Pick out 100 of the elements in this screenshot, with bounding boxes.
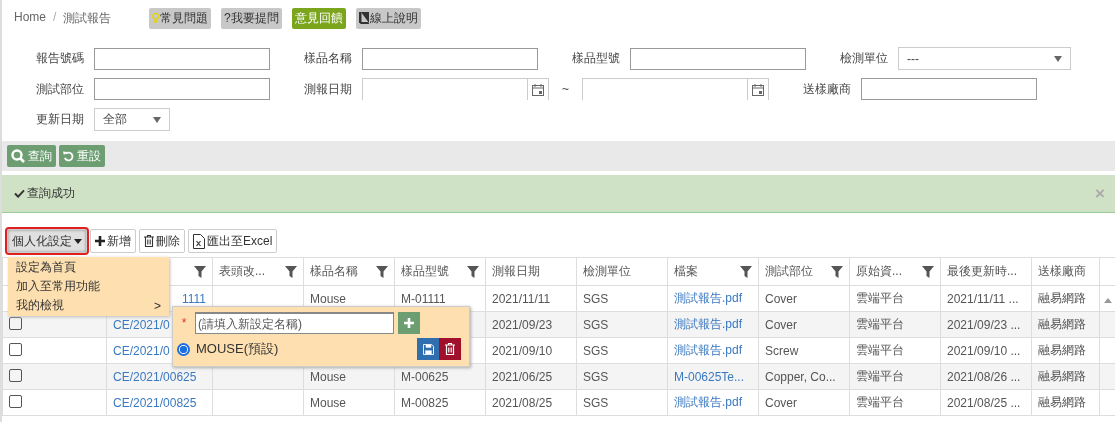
table-link[interactable]: CE/2021/0 (113, 317, 170, 332)
input-field[interactable] (94, 78, 270, 100)
range-separator: ~ (561, 82, 570, 96)
table-cell: 2021/09/23 (492, 317, 553, 332)
column-title[interactable]: 樣品型號 (401, 263, 449, 280)
table-cell: Cover (765, 317, 797, 332)
column-title[interactable]: 表頭改... (219, 263, 265, 280)
filter-icon[interactable] (740, 265, 752, 278)
menu-item[interactable]: 設定為首頁 (8, 258, 169, 277)
column-header[interactable]: 測報日期 (485, 257, 577, 286)
trash-icon (445, 343, 455, 355)
filter-icon[interactable] (376, 265, 388, 278)
menu-item[interactable]: 我的檢視 > (8, 296, 169, 315)
column-title[interactable]: 原始資... (856, 263, 902, 280)
column-header[interactable]: 原始資... (849, 257, 941, 286)
row-checkbox[interactable] (9, 342, 22, 356)
plus-icon (404, 318, 414, 328)
dropdown-button[interactable]: 個人化設定 (7, 229, 87, 253)
delete-button[interactable]: 刪除 (139, 229, 185, 253)
table-cell: SGS (583, 317, 609, 332)
column-title[interactable]: 檢測單位 (583, 263, 631, 280)
date-field[interactable] (582, 78, 769, 100)
lightbulb-icon (152, 12, 159, 24)
column-header[interactable]: 檢測單位 (576, 257, 668, 286)
column-header[interactable]: 樣品名稱 (303, 257, 395, 286)
plus-icon (95, 236, 105, 246)
select-field[interactable]: 全部 (94, 108, 170, 131)
column-header[interactable]: 表頭改... (212, 257, 304, 286)
input-field[interactable] (94, 47, 270, 70)
column-header[interactable]: 最後更新時... (940, 257, 1032, 286)
filter-icon[interactable] (831, 265, 843, 278)
radio-button[interactable] (177, 342, 190, 356)
table-cell: Cover (765, 395, 797, 410)
column-title[interactable]: 檔案 (674, 263, 698, 280)
column-header[interactable]: 送樣廠商 (1031, 257, 1100, 286)
table-cell: 2021/06/25 (492, 369, 553, 384)
dropdown-arrow-icon (1054, 55, 1062, 62)
help-button[interactable]: ?我要提問 (221, 7, 282, 29)
select-field[interactable]: --- (898, 47, 1071, 70)
column-header[interactable]: 樣品型號 (394, 257, 486, 286)
save-icon (422, 343, 434, 355)
success-message: 查詢成功 (14, 185, 75, 202)
table-cell: 2021/08/25 (492, 395, 553, 410)
column-title[interactable]: 測試部位 (765, 263, 813, 280)
file-x-icon (193, 233, 205, 249)
column-title[interactable]: 送樣廠商 (1038, 263, 1086, 280)
filter-icon[interactable] (922, 265, 934, 278)
caret-icon (74, 238, 82, 244)
column-header[interactable]: 檔案 (667, 257, 759, 286)
input-field[interactable] (362, 47, 538, 70)
column-title[interactable]: 樣品名稱 (310, 263, 358, 280)
input-field[interactable] (630, 47, 806, 70)
table-cell: SGS (583, 395, 609, 410)
undo-icon (63, 150, 74, 162)
table-cell: SGS (583, 369, 609, 384)
filter-icon[interactable] (467, 265, 479, 278)
field-label: 測報日期 (303, 80, 353, 98)
breadcrumb-item[interactable]: Home (14, 9, 46, 27)
book-icon (358, 12, 369, 24)
save-button[interactable] (417, 338, 439, 360)
required-mark: * (180, 316, 188, 330)
table-link[interactable]: 1111 (181, 291, 206, 306)
add-button[interactable]: 新增 (90, 229, 136, 253)
date-field[interactable] (362, 78, 549, 100)
table-cell: 2021/08/25 ... (947, 395, 1021, 410)
filter-icon[interactable] (285, 265, 297, 278)
field-label: 更新日期 (35, 111, 85, 128)
table-cell: 雲端平台 (856, 343, 904, 357)
breadcrumb-item: 測試報告 (63, 9, 112, 27)
check-icon (14, 189, 25, 198)
column-header[interactable]: 測試部位 (758, 257, 850, 286)
help-button[interactable]: 常見問題 (149, 7, 211, 29)
table-cell: 2021/09/10 ... (947, 343, 1021, 358)
filter-icon[interactable] (194, 265, 206, 278)
table-cell: 雲端平台 (856, 395, 904, 409)
column-title[interactable]: 測報日期 (492, 263, 540, 280)
delete-button[interactable] (439, 338, 461, 360)
help-button[interactable]: 線上說明 (355, 7, 421, 29)
add-button[interactable] (398, 312, 420, 334)
input-field[interactable]: (請填入新設定名稱) (195, 312, 394, 334)
row-checkbox[interactable] (9, 368, 22, 382)
row-checkbox[interactable] (9, 394, 22, 408)
table-cell: Copper, Co... (765, 369, 836, 384)
calendar-icon[interactable] (752, 83, 764, 96)
table-cell: 融易網路 (1038, 317, 1086, 331)
table-cell: M-00825 (401, 395, 449, 410)
table-cell: 2021/08/26 ... (947, 369, 1021, 384)
menu-item[interactable]: 加入至常用功能 (8, 277, 169, 296)
scroll-up-icon[interactable] (1104, 297, 1112, 303)
table-cell: SGS (583, 343, 609, 358)
export-button[interactable]: 匯出至Excel (188, 229, 278, 253)
table-cell: M-01111 (401, 291, 446, 306)
column-title[interactable]: 最後更新時... (947, 263, 1017, 280)
table-cell: 雲端平台 (856, 291, 904, 305)
table-cell: 雲端平台 (856, 369, 904, 383)
calendar-icon[interactable] (532, 83, 544, 96)
input-field[interactable] (861, 78, 1037, 100)
table-cell: 融易網路 (1038, 291, 1086, 305)
view-name[interactable]: MOUSE(預設) (196, 340, 279, 358)
table-cell: 2021/11/11 (492, 291, 551, 306)
